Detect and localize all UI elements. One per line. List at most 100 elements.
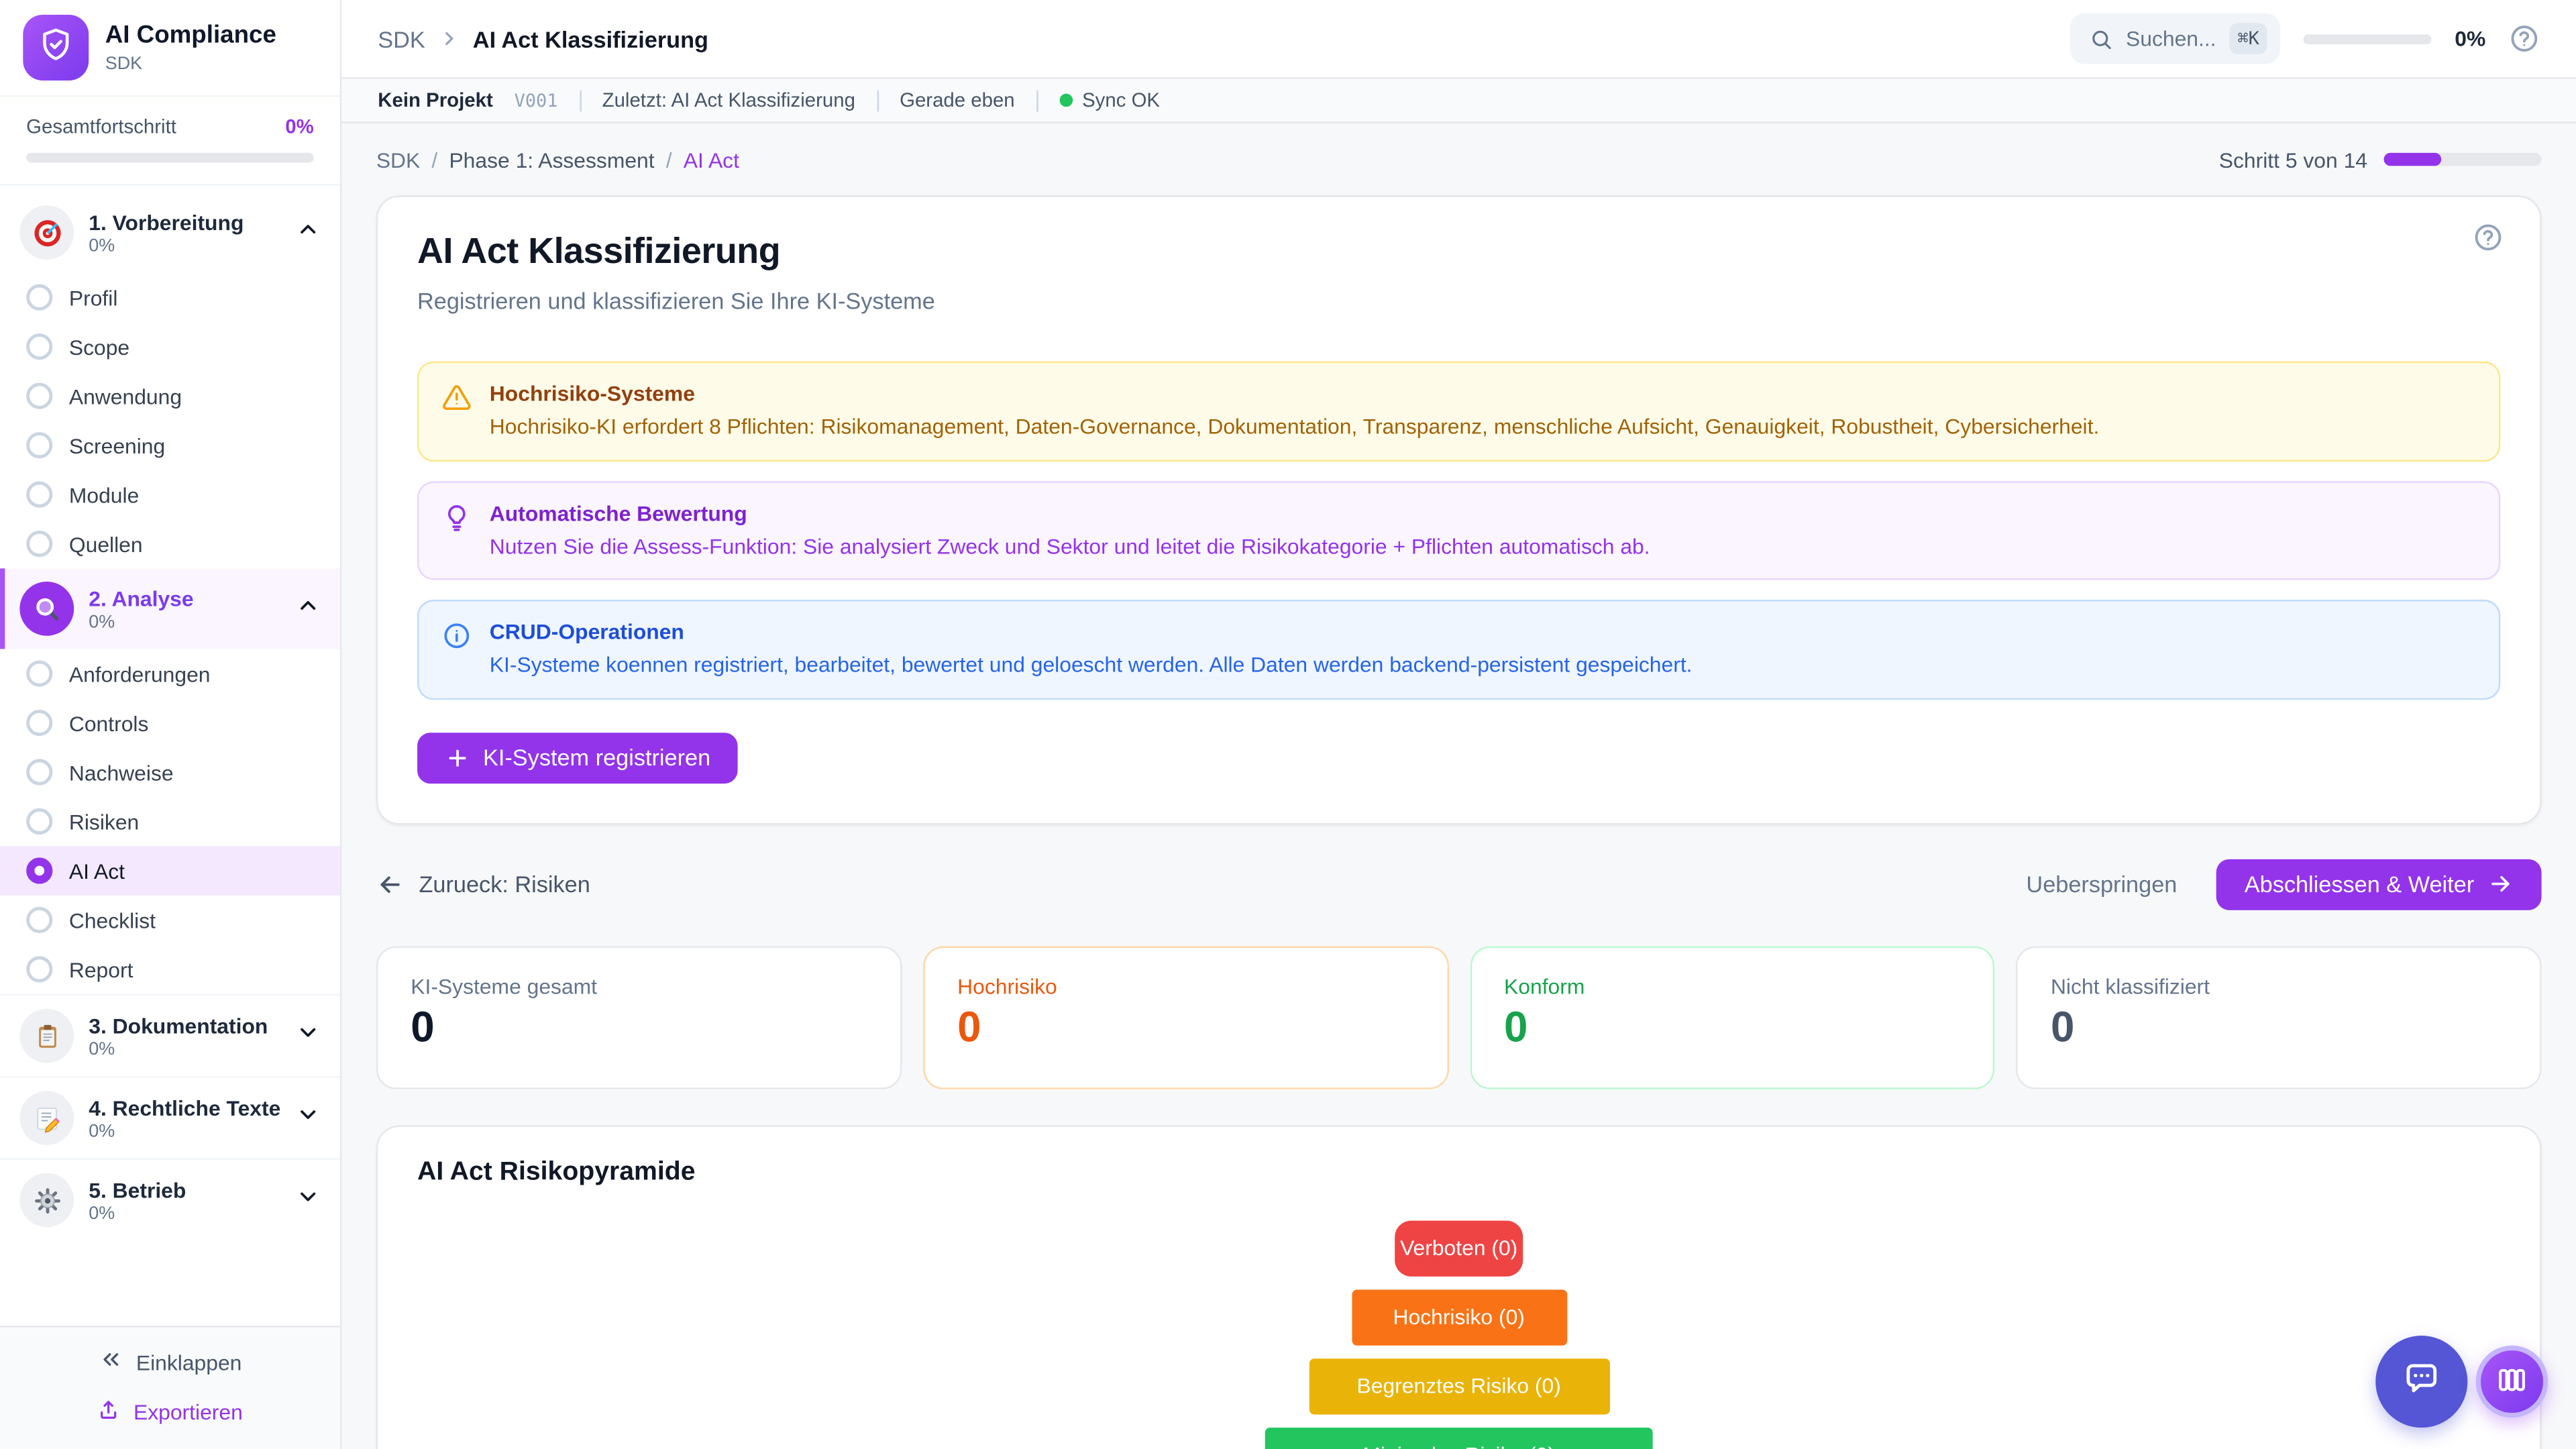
sidebar-item-anwendung[interactable]: Anwendung [0,371,340,420]
radio-icon [26,956,52,982]
alert-title: Automatische Bewertung [490,500,1650,525]
divider [1036,89,1038,111]
alert-body: KI-Systeme koennen registriert, bearbeit… [490,651,1693,680]
sidebar-item-screening[interactable]: Screening [0,421,340,470]
sidebar-section-betrieb[interactable]: 5. Betrieb 0% [0,1159,340,1240]
header-breadcrumb: SDK AI Act Klassifizierung [378,25,708,52]
chevron-down-icon [296,1102,321,1134]
sidebar-section-vorbereitung[interactable]: 1. Vorbereitung 0% [0,193,340,273]
sync-ok-dot-icon [1059,94,1073,107]
keyboard-shortcut-badge: ⌘K [2229,23,2267,54]
sync-label: Sync OK [1082,89,1160,111]
section-label: 3. Dokumentation [89,1013,281,1038]
section-label: 1. Vorbereitung [89,209,281,234]
stat-card-conform: Konform 0 [1470,946,1995,1089]
version-badge: V001 [515,89,558,111]
gear-icon [19,1173,74,1228]
breadcrumb-separator: / [431,147,437,172]
section-label: 4. Rechtliche Texte [89,1095,281,1120]
columns-fab-button[interactable] [2476,1346,2548,1418]
app-window: AI Compliance SDK Gesamtfortschritt 0% 1… [0,0,2576,1449]
sidebar-item-ai-act[interactable]: AI Act [0,846,340,895]
sidebar-section-dokumentation[interactable]: 3. Dokumentation 0% [0,994,340,1076]
skip-button[interactable]: Ueberspringen [2026,871,2177,897]
chat-bubble-icon [2400,1358,2443,1405]
card-help-icon[interactable] [2473,222,2504,262]
breadcrumb-separator: / [666,147,672,172]
project-name: Kein Projekt [378,89,493,111]
floating-buttons [2375,1336,2548,1428]
radio-icon [26,808,52,835]
back-button[interactable]: Zurueck: Risiken [376,870,590,898]
sidebar-item-anforderungen[interactable]: Anforderungen [0,649,340,698]
sidebar-item-controls[interactable]: Controls [0,698,340,747]
chat-fab-button[interactable] [2375,1336,2467,1428]
sidebar-item-scope[interactable]: Scope [0,322,340,371]
last-saved-time: Gerade eben [900,89,1015,111]
chevron-up-icon [296,216,321,249]
pyramid-level-verboten: Verboten (0) [1395,1220,1523,1276]
columns-icon [2496,1362,2528,1400]
sidebar-item-risiken[interactable]: Risiken [0,797,340,846]
radio-icon [26,482,52,508]
radio-icon [26,333,52,360]
sidebar-header: AI Compliance SDK [0,0,340,97]
sidebar-item-quellen[interactable]: Quellen [0,519,340,568]
sidebar-item-label: Risiken [69,809,139,834]
stat-label: Nicht klassifiziert [2051,973,2507,998]
collapse-sidebar-button[interactable]: Einklappen [99,1347,242,1377]
breadcrumb: SDK / Phase 1: Assessment / AI Act [376,147,739,172]
breadcrumb-phase[interactable]: Phase 1: Assessment [449,147,654,172]
stat-card-total: KI-Systeme gesamt 0 [376,946,902,1089]
search-input[interactable]: Suchen... ⌘K [2070,13,2281,64]
sidebar-item-checklist[interactable]: Checklist [0,896,340,945]
divider [877,89,878,111]
shield-check-icon [38,25,74,70]
export-button[interactable]: Exportieren [97,1398,243,1426]
info-circle-icon [442,621,472,680]
chevron-right-icon [438,28,460,50]
clipboard-icon [19,1009,74,1063]
sidebar-section-rechtliche-texte[interactable]: 4. Rechtliche Texte 0% [0,1076,340,1158]
alert-body: Hochrisiko-KI erfordert 8 Pflichten: Ris… [490,413,2100,441]
stat-card-high-risk: Hochrisiko 0 [923,946,1448,1089]
alert-title: CRUD-Operationen [490,619,1693,644]
finish-next-button[interactable]: Abschliessen & Weiter [2216,859,2541,910]
section-label: 5. Betrieb [89,1177,281,1202]
content-area: SDK / Phase 1: Assessment / AI Act Schri… [341,123,2576,1449]
last-saved-text: Zuletzt: AI Act Klassifizierung [602,89,855,111]
breadcrumb-root[interactable]: SDK [378,25,425,52]
overall-progress-track [26,153,314,163]
sidebar-item-profil[interactable]: Profil [0,273,340,322]
lightbulb-icon [442,502,472,560]
stat-value: 0 [957,1005,1413,1048]
magnifier-icon [19,582,74,636]
sidebar-item-label: Controls [69,710,149,735]
header-progress-value: 0% [2455,26,2485,51]
sidebar-item-label: Nachweise [69,760,174,785]
sidebar-section-analyse[interactable]: 2. Analyse 0% [0,568,340,649]
radio-icon [26,432,52,458]
memo-pencil-icon [19,1091,74,1145]
stat-card-unclassified: Nicht klassifiziert 0 [2017,946,2542,1089]
breadcrumb-current: AI Act Klassifizierung [473,25,708,52]
stats-row: KI-Systeme gesamt 0 Hochrisiko 0 Konform… [376,946,2542,1089]
sidebar-item-module[interactable]: Module [0,470,340,519]
sidebar-item-nachweise[interactable]: Nachweise [0,747,340,796]
breadcrumb-sdk[interactable]: SDK [376,147,420,172]
stat-value: 0 [411,1005,867,1048]
sidebar-item-label: Anforderungen [69,661,211,686]
crud-info-alert: CRUD-Operationen KI-Systeme koennen regi… [417,600,2500,699]
help-icon[interactable] [2509,23,2540,54]
stat-label: Konform [1504,973,1960,998]
step-progress-fill [2383,153,2440,166]
wizard-nav: Zurueck: Risiken Ueberspringen Abschlies… [376,859,2542,910]
overall-progress-label: Gesamtfortschritt [26,115,176,138]
radio-icon [26,759,52,785]
radio-icon [26,383,52,409]
section-percent: 0% [89,1203,281,1223]
header-progress-track [2304,34,2432,44]
register-ki-system-button[interactable]: KI-System registrieren [417,732,739,783]
sidebar-item-report[interactable]: Report [0,945,340,994]
app-subtitle: SDK [105,54,276,73]
